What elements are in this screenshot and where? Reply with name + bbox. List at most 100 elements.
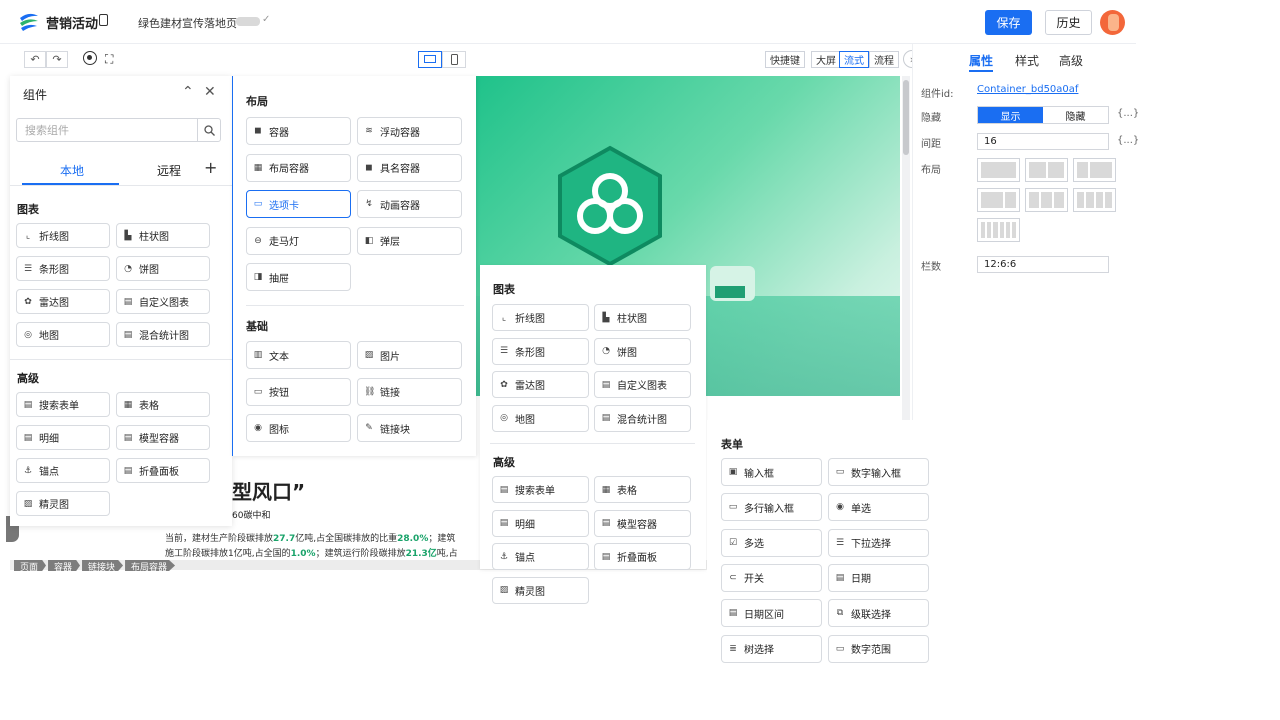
flow-layout-mode-button[interactable]: 流式 xyxy=(839,51,869,68)
spacing-input[interactable]: 16 xyxy=(977,133,1109,150)
component-item[interactable]: ▤ 日期区间 xyxy=(721,599,822,628)
tab-style[interactable]: 样式 xyxy=(1015,52,1039,69)
history-button[interactable]: 历史 xyxy=(1045,10,1092,35)
component-item[interactable]: ▤ 混合统计图 xyxy=(116,322,210,347)
component-item[interactable]: ⚓ 锚点 xyxy=(16,458,110,483)
component-item[interactable]: ▭ 数字输入框 xyxy=(828,458,929,486)
component-item[interactable]: ▦ 表格 xyxy=(594,476,691,503)
component-item[interactable]: ≣ 树选择 xyxy=(721,634,822,663)
component-item[interactable]: ✎ 链接块 xyxy=(357,414,462,442)
component-item[interactable]: ◉ 单选 xyxy=(828,493,929,522)
component-item[interactable]: ◼ 具名容器 xyxy=(357,153,462,182)
component-item[interactable]: ▙ 柱状图 xyxy=(116,223,210,248)
component-item[interactable]: ◎ 地图 xyxy=(492,404,589,432)
big-screen-mode-button[interactable]: 大屏 xyxy=(811,51,841,68)
layout-option-2-1[interactable] xyxy=(977,188,1020,212)
tab-properties[interactable]: 属性 xyxy=(969,52,993,69)
component-item[interactable]: ◎ 地图 xyxy=(16,322,110,347)
shortcut-button[interactable]: 快捷键 xyxy=(765,51,805,68)
component-item[interactable]: ▤ 明细 xyxy=(16,425,110,450)
component-item[interactable]: ▦ 表格 xyxy=(116,392,210,417)
component-item[interactable]: ◧ 弹层 xyxy=(357,226,462,255)
breadcrumb-layout-container[interactable]: 布局容器 xyxy=(125,560,176,571)
canvas-scroll-thumb[interactable] xyxy=(903,80,909,155)
component-item[interactable]: ▭ 按钮 xyxy=(246,377,351,406)
component-item[interactable]: ▥ 文本 xyxy=(246,341,351,369)
component-item[interactable]: ▭ 数字范围 xyxy=(828,634,929,663)
layout-option-2col[interactable] xyxy=(1025,158,1068,182)
component-item[interactable]: ⧉ 级联选择 xyxy=(828,599,929,628)
component-item[interactable]: ◨ 抽屉 xyxy=(246,263,351,291)
canvas-heading[interactable]: 型风口” xyxy=(232,476,305,505)
add-icon[interactable]: + xyxy=(204,158,217,177)
component-item[interactable]: ▤ 自定义图表 xyxy=(116,289,210,314)
visibility-toggle[interactable]: 显示 隐藏 xyxy=(977,106,1109,124)
hide-option[interactable]: 隐藏 xyxy=(1043,107,1108,123)
component-item[interactable]: ◉ 图标 xyxy=(246,414,351,442)
component-id-link[interactable]: Container_bd50a0af xyxy=(977,84,1078,95)
component-item[interactable]: ▤ 折叠面板 xyxy=(116,458,210,483)
fullscreen-icon[interactable]: ⛶ xyxy=(105,52,113,67)
save-button[interactable]: 保存 xyxy=(985,10,1032,35)
chevron-up-icon[interactable]: ⌃ xyxy=(182,84,194,100)
component-item[interactable]: ☑ 多选 xyxy=(721,528,822,557)
component-item[interactable]: ≋ 浮动容器 xyxy=(357,117,462,145)
layout-option-1col[interactable] xyxy=(977,158,1020,182)
component-item[interactable]: ✿ 雷达图 xyxy=(492,371,589,398)
show-option[interactable]: 显示 xyxy=(978,107,1043,123)
component-item[interactable]: ☰ 条形图 xyxy=(492,337,589,365)
tab-remote[interactable]: 远程 xyxy=(157,162,181,179)
component-search-input[interactable]: 搜索组件 xyxy=(16,118,221,142)
component-item[interactable]: ▤ 搜索表单 xyxy=(492,476,589,503)
process-mode-button[interactable]: 流程 xyxy=(869,51,899,68)
component-item[interactable]: ▙ 柱状图 xyxy=(594,304,691,331)
component-item[interactable]: ⌞ 折线图 xyxy=(16,223,110,248)
breadcrumb-page[interactable]: 页面 xyxy=(14,560,47,571)
component-item[interactable]: ▨ 图片 xyxy=(357,341,462,369)
page-title[interactable]: 绿色建材宣传落地页 xyxy=(138,15,237,31)
layout-option-6col[interactable] xyxy=(977,218,1020,242)
search-button[interactable] xyxy=(197,119,220,141)
avatar[interactable] xyxy=(1100,10,1125,35)
component-item[interactable]: ▦ 布局容器 xyxy=(246,153,351,182)
component-item[interactable]: ▤ 搜索表单 xyxy=(16,392,110,417)
component-item[interactable]: ▤ 明细 xyxy=(492,509,589,537)
close-icon[interactable]: ✕ xyxy=(204,84,216,100)
component-item[interactable]: ⌞ 折线图 xyxy=(492,304,589,331)
tab-advanced[interactable]: 高级 xyxy=(1059,52,1083,69)
component-item[interactable]: ☰ 下拉选择 xyxy=(828,528,929,557)
component-item[interactable]: ▨ 精灵图 xyxy=(16,491,110,516)
component-item[interactable]: ▭ 选项卡 xyxy=(246,190,351,218)
mobile-view-button[interactable] xyxy=(442,51,466,68)
component-item[interactable]: ◼ 容器 xyxy=(246,117,351,145)
component-item[interactable]: ▤ 日期 xyxy=(828,563,929,592)
component-item[interactable]: ▤ 模型容器 xyxy=(116,425,210,450)
component-item[interactable]: ◔ 饼图 xyxy=(594,337,691,365)
columns-input[interactable]: 12:6:6 xyxy=(977,256,1109,273)
component-item[interactable]: ▤ 折叠面板 xyxy=(594,543,691,570)
component-item[interactable]: ↯ 动画容器 xyxy=(357,190,462,218)
expression-brace-icon[interactable]: {...} xyxy=(1117,108,1139,119)
component-item[interactable]: ▣ 输入框 xyxy=(721,458,822,486)
component-item[interactable]: ▤ 自定义图表 xyxy=(594,371,691,398)
canvas-subtitle[interactable]: 60碳中和 xyxy=(232,508,270,521)
breadcrumb-container[interactable]: 容器 xyxy=(48,560,81,571)
redo-button[interactable]: ↷ xyxy=(46,51,68,68)
layout-option-4col[interactable] xyxy=(1073,188,1116,212)
canvas-paragraph[interactable]: 当前，建材生产阶段碳排放27.7亿吨,占全国碳排放的比重28.0%；建筑 施工阶… xyxy=(165,532,465,562)
component-item[interactable]: ⊖ 走马灯 xyxy=(246,226,351,255)
component-item[interactable]: ⚓ 锚点 xyxy=(492,543,589,570)
undo-button[interactable]: ↶ xyxy=(24,51,46,68)
component-item[interactable]: ▭ 多行输入框 xyxy=(721,493,822,522)
component-item[interactable]: ⊂ 开关 xyxy=(721,563,822,592)
copy-icon[interactable] xyxy=(99,14,108,26)
layout-option-1-2[interactable] xyxy=(1073,158,1116,182)
layout-option-3col[interactable] xyxy=(1025,188,1068,212)
component-item[interactable]: ✿ 雷达图 xyxy=(16,289,110,314)
tab-local[interactable]: 本地 xyxy=(60,162,84,179)
component-item[interactable]: ☰ 条形图 xyxy=(16,256,110,281)
component-item[interactable]: ▤ 混合统计图 xyxy=(594,404,691,432)
component-item[interactable]: ▨ 精灵图 xyxy=(492,576,589,604)
preview-eye-icon[interactable] xyxy=(83,51,97,65)
desktop-view-button[interactable] xyxy=(418,51,442,68)
